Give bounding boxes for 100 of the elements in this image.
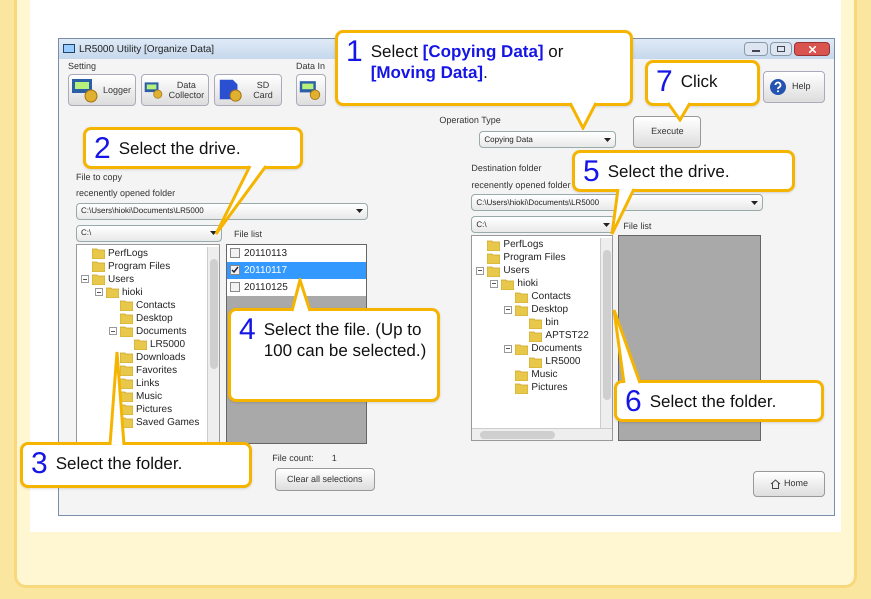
folder-icon (120, 377, 133, 389)
tree-item[interactable]: Saved Games (136, 414, 200, 430)
checkbox[interactable] (230, 265, 240, 275)
tree-item[interactable]: Contacts (136, 298, 176, 312)
tree-item[interactable]: Desktop (136, 310, 173, 326)
home-button[interactable]: Home (753, 471, 825, 497)
checkbox[interactable] (230, 248, 240, 258)
collapse-icon[interactable] (504, 344, 512, 352)
minimize-button[interactable] (744, 42, 768, 56)
scrollbar[interactable] (472, 428, 612, 440)
caret-icon (356, 209, 363, 213)
close-icon (808, 46, 816, 52)
tree-item[interactable]: hioki (122, 284, 143, 300)
callout-text: Select the drive. (608, 161, 730, 182)
collapse-icon[interactable] (490, 280, 498, 288)
dropdown-field[interactable]: C:\ (76, 224, 222, 242)
folder-icon (529, 356, 542, 368)
tree-item[interactable]: Desktop (531, 302, 568, 317)
collapse-icon[interactable] (504, 306, 512, 314)
dropdown-field[interactable]: C:\Users\hioki\Documents\LR5000 (76, 202, 368, 220)
file-row[interactable]: 20110113 (227, 244, 366, 262)
folder-icon (92, 260, 105, 272)
folder-icon (106, 286, 119, 298)
folder-icon (529, 316, 542, 328)
folder-icon (120, 299, 133, 311)
checkbox[interactable] (230, 282, 240, 292)
close-button[interactable] (794, 42, 830, 56)
help-icon (770, 79, 786, 95)
folder-icon (92, 247, 105, 259)
toolbar-button[interactable]: SD Card (214, 74, 282, 106)
toolbar-button[interactable] (296, 74, 326, 106)
field-label: Operation Type (439, 114, 502, 127)
collapse-icon[interactable] (95, 288, 103, 296)
folder-icon (92, 273, 105, 285)
tree-item[interactable]: LR5000 (545, 354, 580, 369)
step-number: 5 (583, 155, 600, 189)
dropdown-field[interactable]: C:\ (471, 216, 616, 233)
field-label: File list (234, 228, 262, 241)
folder-icon (515, 290, 528, 302)
callout-text: Select the file. (Up to 100 can be selected.) (264, 319, 428, 361)
folder-icon (120, 312, 133, 324)
tree-item[interactable]: Program Files (503, 250, 566, 265)
maximize-button[interactable] (770, 42, 792, 56)
tree-item[interactable]: Music (136, 388, 162, 404)
tree-item[interactable]: Users (108, 272, 134, 286)
home-icon (770, 479, 781, 489)
caret-icon (751, 200, 758, 204)
tree-item[interactable]: LR5000 (150, 336, 186, 352)
folder-icon (529, 330, 542, 342)
tree-item[interactable]: APTST22 (545, 328, 589, 343)
clear-selections-button[interactable]: Clear all selections (274, 468, 375, 491)
step-number: 1 (346, 35, 363, 69)
collapse-icon[interactable] (476, 266, 484, 274)
tree-item[interactable]: Documents (531, 341, 582, 356)
tree-item[interactable]: Downloads (136, 350, 186, 364)
dropdown-field[interactable]: C:\Users\hioki\Documents\LR5000 (471, 194, 764, 211)
callout-text: Select the folder. (650, 391, 776, 412)
tree-item[interactable]: Documents (136, 324, 187, 338)
scrollbar[interactable] (600, 238, 612, 428)
tree-item[interactable]: Links (136, 376, 160, 390)
step-number: 2 (94, 132, 111, 166)
field-label: File list (623, 220, 652, 232)
field-label: recenently opened folder (76, 187, 176, 200)
folder-icon (120, 351, 133, 363)
folder-icon (515, 368, 528, 380)
help-button[interactable]: Help (763, 71, 825, 103)
field-label: recenently opened folder (471, 178, 570, 192)
window-title: LR5000 Utility [Organize Data] (79, 42, 214, 56)
tree-item[interactable]: Contacts (531, 289, 571, 304)
step-number: 6 (625, 385, 642, 419)
folder-icon (487, 252, 500, 264)
folder-icon (515, 304, 528, 316)
tree-item[interactable]: Favorites (136, 362, 178, 378)
tree-item[interactable]: bin (545, 315, 559, 330)
tree-item[interactable]: Pictures (136, 402, 172, 416)
app-icon (63, 44, 75, 54)
scrollbar[interactable] (207, 246, 219, 442)
tree-item[interactable]: PerfLogs (503, 237, 544, 252)
callout-text: Select the folder. (56, 453, 182, 474)
folder-icon (501, 278, 514, 290)
tree-item[interactable]: PerfLogs (108, 246, 148, 260)
tree-item[interactable]: Users (503, 263, 530, 278)
tree-item[interactable]: Music (531, 367, 558, 382)
toolbar-button[interactable]: Logger (68, 74, 136, 106)
field-label: File count: (272, 452, 314, 464)
group-label: Setting (68, 60, 98, 73)
tree-item[interactable]: Program Files (108, 258, 170, 274)
folder-icon (515, 382, 528, 394)
tree-item[interactable]: Pictures (531, 380, 568, 395)
toolbar-button[interactable]: Data Collector (141, 74, 209, 106)
folder-icon (120, 364, 133, 376)
collapse-icon[interactable] (109, 327, 117, 335)
group-label: Data In (296, 60, 326, 73)
step-number: 7 (656, 65, 673, 99)
dropdown-field[interactable]: Copying Data (479, 131, 616, 148)
collapse-icon[interactable] (81, 275, 89, 283)
execute-button[interactable]: Execute (633, 116, 702, 148)
folder-icon (487, 238, 500, 250)
folder-icon (487, 264, 500, 276)
tree-item[interactable]: hioki (517, 276, 538, 291)
